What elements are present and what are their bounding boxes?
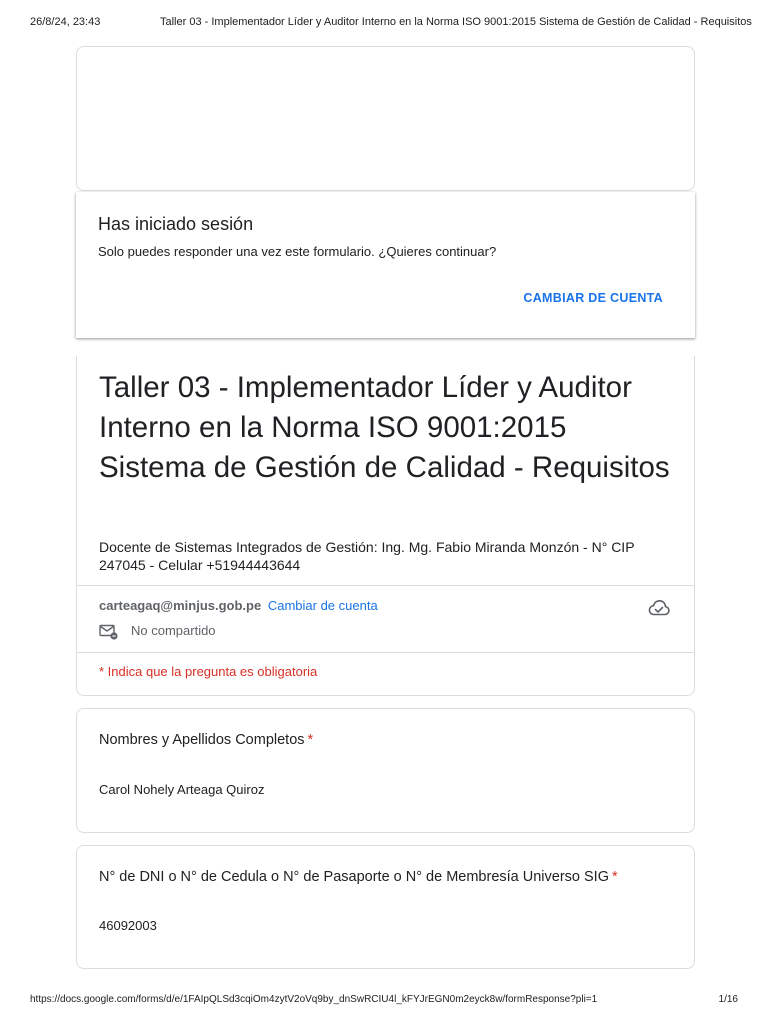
question-text: N° de DNI o N° de Cedula o N° de Pasapor… [99, 869, 609, 885]
mail-lock-icon [99, 624, 118, 640]
not-shared-label: No compartido [131, 623, 216, 638]
signed-in-message: Solo puedes responder una vez este formu… [98, 244, 497, 259]
form-title: Taller 03 - Implementador Líder y Audito… [99, 371, 670, 484]
required-asterisk: * [307, 732, 314, 748]
divider [77, 585, 694, 586]
print-url: https://docs.google.com/forms/d/e/1FAIpQ… [30, 994, 598, 1005]
print-datetime: 26/8/24, 23:43 [30, 16, 101, 28]
question-label: N° de DNI o N° de Cedula o N° de Pasapor… [99, 869, 679, 885]
page-number: 1/16 [718, 994, 738, 1005]
required-note: * Indica que la pregunta es obligatoria [99, 664, 318, 679]
switch-account-button[interactable]: CAMBIAR DE CUENTA [523, 291, 663, 305]
signed-in-dialog: Has iniciado sesión Solo puedes responde… [76, 192, 695, 338]
question-answer: Carol Nohely Arteaga Quiroz [99, 782, 265, 797]
form-banner [76, 46, 695, 191]
signed-in-heading: Has iniciado sesión [98, 214, 254, 234]
form-description: Docente de Sistemas Integrados de Gestió… [99, 539, 635, 573]
question-card-full-name: Nombres y Apellidos Completos * Carol Noh… [76, 708, 695, 833]
change-account-link[interactable]: Cambiar de cuenta [268, 598, 378, 613]
divider [77, 652, 694, 653]
required-asterisk: * [611, 869, 618, 885]
form-header-card: Taller 03 - Implementador Líder y Audito… [76, 356, 695, 696]
account-email: carteagaq@minjus.gob.pe [99, 598, 262, 613]
print-title: Taller 03 - Implementador Líder y Audito… [160, 16, 752, 28]
question-answer: 46092003 [99, 918, 157, 933]
account-row: carteagaq@minjus.gob.pe Cambiar de cuent… [99, 598, 378, 613]
print-footer: https://docs.google.com/forms/d/e/1FAIpQ… [0, 994, 768, 1008]
question-card-document-id: N° de DNI o N° de Cedula o N° de Pasapor… [76, 845, 695, 969]
question-label: Nombres y Apellidos Completos * [99, 732, 679, 748]
cloud-done-icon [648, 600, 670, 616]
question-text: Nombres y Apellidos Completos [99, 732, 305, 748]
print-header: 26/8/24, 23:43 Taller 03 - Implementador… [0, 16, 768, 32]
